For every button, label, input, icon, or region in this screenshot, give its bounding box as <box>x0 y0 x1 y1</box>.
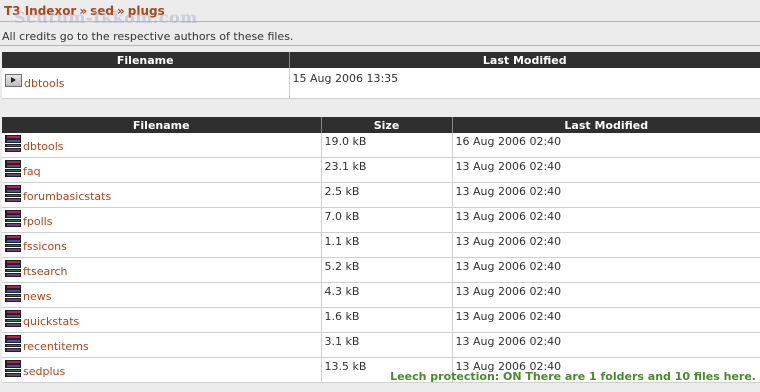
filename-cell: faq <box>2 157 322 183</box>
file-link[interactable]: quickstats <box>23 315 79 328</box>
table-row[interactable]: forumbasicstats 2.5 kB 13 Aug 2006 02:40 <box>2 182 760 208</box>
table-row[interactable]: dbtools 15 Aug 2006 13:35 <box>2 68 760 99</box>
modified-cell: 13 Aug 2006 02:40 <box>452 232 760 258</box>
filename-cell: dbtools <box>2 133 322 158</box>
modified-cell: 13 Aug 2006 02:40 <box>452 157 760 183</box>
size-cell: 3.1 kB <box>321 332 453 358</box>
modified-cell: 13 Aug 2006 02:40 <box>452 207 760 233</box>
rar-archive-icon <box>5 260 21 277</box>
filename-cell: ftsearch <box>2 257 322 283</box>
rar-archive-icon <box>5 335 21 352</box>
file-link[interactable]: forumbasicstats <box>23 190 111 203</box>
table-row[interactable]: dbtools 19.0 kB 16 Aug 2006 02:40 <box>2 133 760 158</box>
rar-archive-icon <box>5 310 21 327</box>
breadcrumb-link-sed[interactable]: sed <box>90 4 114 18</box>
breadcrumb-link-t3-indexor[interactable]: T3 Indexor <box>4 4 76 18</box>
file-link[interactable]: recentitems <box>23 340 89 353</box>
column-header-filename[interactable]: Filename <box>2 52 290 68</box>
table-row[interactable]: faq 23.1 kB 13 Aug 2006 02:40 <box>2 157 760 183</box>
table-header-row: Filename Last Modified <box>2 52 760 68</box>
rar-archive-icon <box>5 360 21 377</box>
file-link[interactable]: ftsearch <box>23 265 68 278</box>
size-cell: 2.5 kB <box>321 182 453 208</box>
size-cell: 1.6 kB <box>321 307 453 333</box>
size-cell: 1.1 kB <box>321 232 453 258</box>
modified-cell: 13 Aug 2006 02:40 <box>452 257 760 283</box>
column-header-last-modified[interactable]: Last Modified <box>289 52 760 68</box>
breadcrumb-link-plugs[interactable]: plugs <box>128 4 165 18</box>
table-row[interactable]: fpolls 7.0 kB 13 Aug 2006 02:40 <box>2 207 760 233</box>
rar-archive-icon <box>5 285 21 302</box>
filename-cell: fssicons <box>2 232 322 258</box>
table-row[interactable]: fssicons 1.1 kB 13 Aug 2006 02:40 <box>2 232 760 258</box>
size-cell: 4.3 kB <box>321 282 453 308</box>
credit-text: All credits go to the respective authors… <box>2 30 294 43</box>
file-link[interactable]: fpolls <box>23 215 52 228</box>
filename-cell: news <box>2 282 322 308</box>
rar-archive-icon <box>5 185 21 202</box>
rar-archive-icon <box>5 135 21 152</box>
folder-arrow-icon[interactable] <box>5 74 22 87</box>
filename-cell: fpolls <box>2 207 322 233</box>
size-cell: 23.1 kB <box>321 157 453 183</box>
table-row[interactable]: ftsearch 5.2 kB 13 Aug 2006 02:40 <box>2 257 760 283</box>
file-link[interactable]: fssicons <box>23 240 67 253</box>
breadcrumb-separator: » <box>117 4 125 18</box>
table-row[interactable]: recentitems 3.1 kB 13 Aug 2006 02:40 <box>2 332 760 358</box>
column-header-size[interactable]: Size <box>321 117 453 133</box>
divider <box>0 21 760 22</box>
leech-protection-status: Leech protection: ON There are 1 folders… <box>390 370 756 383</box>
modified-cell: 15 Aug 2006 13:35 <box>289 68 760 99</box>
file-link[interactable]: sedplus <box>23 365 65 378</box>
filename-cell: quickstats <box>2 307 322 333</box>
folders-table: Filename Last Modified dbtools 15 Aug 20… <box>2 52 760 99</box>
size-cell: 19.0 kB <box>321 133 453 158</box>
filename-cell: recentitems <box>2 332 322 358</box>
modified-cell: 13 Aug 2006 02:40 <box>452 307 760 333</box>
rar-archive-icon <box>5 235 21 252</box>
column-header-filename[interactable]: Filename <box>2 117 322 133</box>
filename-cell: dbtools <box>2 68 290 99</box>
rar-archive-icon <box>5 210 21 227</box>
modified-cell: 16 Aug 2006 02:40 <box>452 133 760 158</box>
breadcrumb-separator: » <box>79 4 88 18</box>
size-cell: 7.0 kB <box>321 207 453 233</box>
table-header-row: Filename Size Last Modified <box>2 117 760 133</box>
file-link[interactable]: news <box>23 290 51 303</box>
breadcrumb: T3 Indexor» sed» plugs <box>4 3 165 19</box>
divider <box>0 45 760 46</box>
column-header-last-modified[interactable]: Last Modified <box>452 117 760 133</box>
filename-cell: forumbasicstats <box>2 182 322 208</box>
filename-cell: sedplus <box>2 357 322 383</box>
table-row[interactable]: quickstats 1.6 kB 13 Aug 2006 02:40 <box>2 307 760 333</box>
modified-cell: 13 Aug 2006 02:40 <box>452 282 760 308</box>
file-link[interactable]: dbtools <box>23 140 64 153</box>
modified-cell: 13 Aug 2006 02:40 <box>452 332 760 358</box>
modified-cell: 13 Aug 2006 02:40 <box>452 182 760 208</box>
file-link[interactable]: faq <box>23 165 41 178</box>
files-table: Filename Size Last Modified dbtools 19.0… <box>2 117 760 383</box>
size-cell: 5.2 kB <box>321 257 453 283</box>
folder-link[interactable]: dbtools <box>24 77 65 90</box>
rar-archive-icon <box>5 160 21 177</box>
table-row[interactable]: news 4.3 kB 13 Aug 2006 02:40 <box>2 282 760 308</box>
